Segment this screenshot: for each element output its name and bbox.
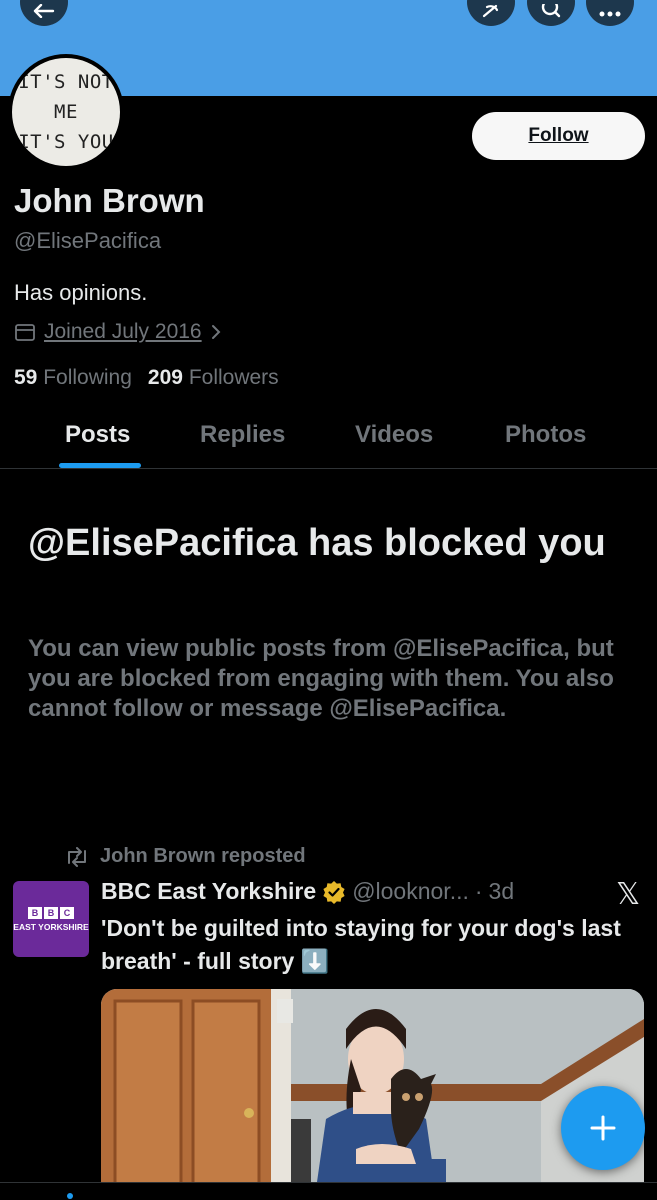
grok-icon <box>482 4 499 18</box>
profile-bio: Has opinions. <box>14 280 148 305</box>
repost-indicator: John Brown reposted <box>64 845 306 868</box>
chevron-right-icon <box>211 325 221 339</box>
tab-replies[interactable]: Replies <box>200 421 285 449</box>
more-icon <box>599 11 621 17</box>
avatar[interactable]: IT'S NOT ME IT'S YOU <box>8 54 124 170</box>
avatar-image: IT'S NOT ME IT'S YOU <box>12 58 120 166</box>
joined-date[interactable]: Joined July 2016 <box>14 320 222 344</box>
post-author-avatar[interactable]: B B C EAST YORKSHIRE <box>13 881 89 957</box>
post-author-name[interactable]: BBC East Yorkshire <box>101 878 316 905</box>
x-logo-icon: 𝕏 <box>616 878 641 911</box>
avatar-text-line-3: IT'S YOU <box>18 131 114 153</box>
avatar-text-line-2: ME <box>54 101 78 123</box>
bottom-nav-bar <box>0 1182 657 1200</box>
profile-tabs: Posts Replies Videos Photos <box>0 408 657 469</box>
tab-posts[interactable]: Posts <box>65 421 130 449</box>
notification-dot <box>67 1193 73 1199</box>
blocked-title: @ElisePacifica has blocked you <box>28 522 606 564</box>
post-text: 'Don't be guilted into staying for your … <box>101 915 621 974</box>
repost-text: John Brown reposted <box>100 845 306 867</box>
bbc-region-label: EAST YORKSHIRE <box>13 921 89 932</box>
media-photo <box>101 989 644 1189</box>
post-header: BBC East Yorkshire @looknor... · 3d <box>101 878 514 905</box>
following-label: Following <box>43 366 132 389</box>
search-icon <box>541 4 561 18</box>
follow-button[interactable]: Follow <box>472 112 645 160</box>
following-link[interactable]: 59 Following <box>14 366 132 390</box>
post-media-image[interactable] <box>101 989 644 1189</box>
verified-badge-icon <box>323 880 345 904</box>
compose-button[interactable] <box>561 1086 645 1170</box>
calendar-icon <box>15 324 35 341</box>
following-count: 59 <box>14 366 38 389</box>
avatar-text-line-1: IT'S NOT <box>18 71 114 93</box>
meta-separator: · <box>474 878 483 904</box>
blocked-description: You can view public posts from @ElisePac… <box>28 635 614 722</box>
arrow-left-icon <box>33 4 55 18</box>
profile-name: John Brown <box>14 182 205 219</box>
tab-photos[interactable]: Photos <box>505 421 586 449</box>
post-time: 3d <box>488 878 515 904</box>
tab-videos[interactable]: Videos <box>355 421 433 449</box>
post-author-handle[interactable]: @looknor... <box>352 878 469 905</box>
repost-icon <box>68 846 86 867</box>
followers-label: Followers <box>188 366 279 389</box>
joined-label: Joined July 2016 <box>44 320 202 343</box>
plus-icon <box>590 1115 616 1141</box>
active-tab-indicator <box>59 463 141 468</box>
profile-handle: @ElisePacifica <box>14 228 162 253</box>
followers-link[interactable]: 209 Followers <box>148 366 279 390</box>
bbc-logo: B B C <box>28 906 74 919</box>
followers-count: 209 <box>147 366 183 389</box>
profile-stats: 59 Following 209 Followers <box>14 366 279 390</box>
